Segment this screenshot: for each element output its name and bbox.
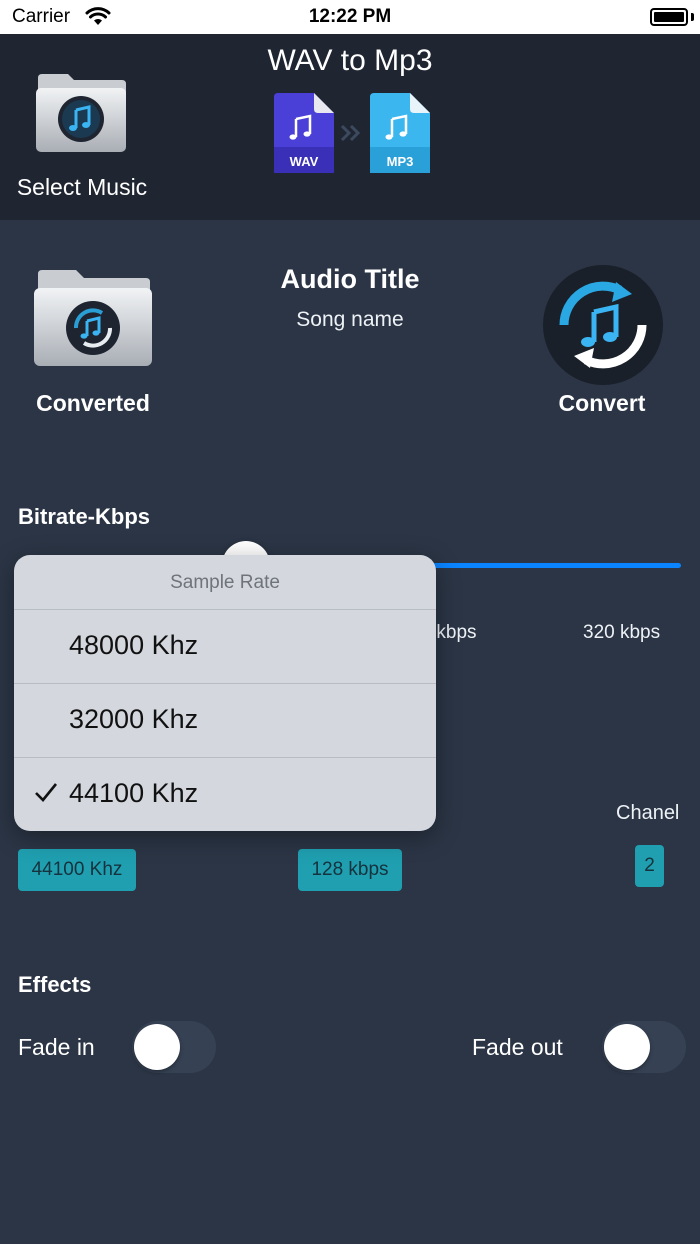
menu-title: Sample Rate — [14, 555, 436, 610]
convert-button[interactable]: Convert — [534, 264, 674, 424]
convert-icon — [543, 265, 663, 385]
select-music-button[interactable]: Select Music — [10, 70, 160, 210]
sample-rate-button[interactable]: 44100 Khz — [18, 849, 136, 891]
fade-in-toggle[interactable] — [132, 1021, 216, 1073]
toggle-knob — [604, 1024, 650, 1070]
mp3-format-label: MP3 — [387, 154, 414, 169]
effects-heading: Effects — [18, 972, 92, 997]
wav-format-label: WAV — [290, 154, 319, 169]
fade-out-label: Fade out — [472, 1034, 563, 1060]
chevron-right-icon — [340, 124, 361, 142]
converted-label: Converted — [36, 390, 150, 416]
channel-button[interactable]: 2 — [635, 845, 664, 887]
header: WAV to Mp3 Select Music WAV MP3 — [0, 34, 700, 220]
fade-out-toggle[interactable] — [602, 1021, 686, 1073]
menu-item-label: 48000 Khz — [69, 630, 199, 660]
bitrate-value-button[interactable]: 128 kbps — [298, 849, 402, 891]
music-folder-icon — [36, 74, 126, 152]
menu-item-44100[interactable]: 44100 Khz — [14, 758, 436, 832]
sample-rate-menu: Sample Rate 48000 Khz 32000 Khz 44100 Kh… — [14, 555, 436, 831]
menu-item-label: 32000 Khz — [69, 704, 199, 734]
mp3-file-icon: MP3 — [370, 93, 430, 173]
select-music-label: Select Music — [16, 174, 148, 200]
menu-item-32000[interactable]: 32000 Khz — [14, 684, 436, 758]
toggle-knob — [134, 1024, 180, 1070]
menu-item-48000[interactable]: 48000 Khz — [14, 610, 436, 684]
checkmark-icon — [35, 783, 58, 802]
menu-item-label: 44100 Khz — [69, 778, 199, 808]
bitrate-heading: Bitrate-Kbps — [18, 504, 151, 529]
status-bar: Carrier 12:22 PM — [0, 0, 700, 34]
tick-label: 320 kbps — [583, 622, 661, 643]
convert-label: Convert — [558, 390, 646, 416]
fade-in-label: Fade in — [18, 1034, 95, 1060]
battery-tip — [691, 13, 694, 21]
clock: 12:22 PM — [308, 6, 392, 27]
wav-file-icon: WAV — [274, 93, 334, 173]
battery-icon — [650, 8, 688, 26]
channel-label: Chanel — [616, 802, 680, 824]
